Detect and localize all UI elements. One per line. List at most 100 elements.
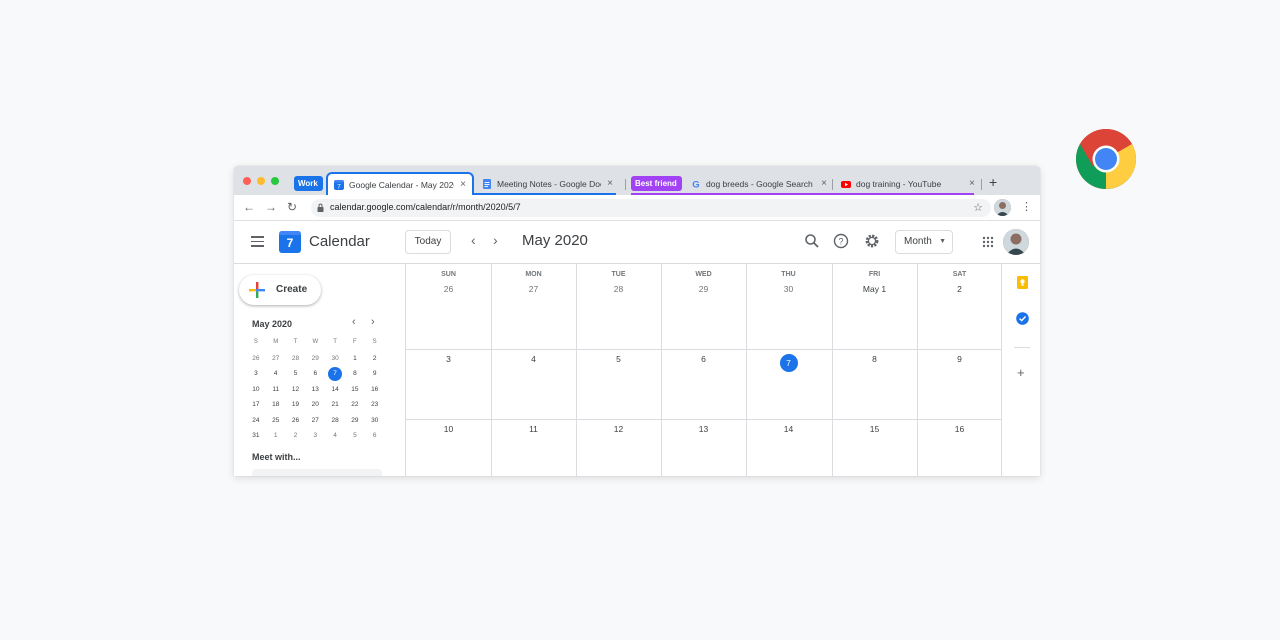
mini-day[interactable]: 28 — [286, 351, 306, 367]
mini-day[interactable]: 27 — [305, 413, 325, 429]
mini-day[interactable]: 9 — [365, 366, 385, 382]
mini-day[interactable]: 16 — [365, 382, 385, 398]
address-bar[interactable]: calendar.google.com/calendar/r/month/202… — [311, 199, 991, 217]
mini-day[interactable]: 20 — [305, 397, 325, 413]
forward-icon[interactable]: → — [265, 200, 277, 214]
bookmark-star-icon[interactable]: ☆ — [973, 201, 983, 214]
mini-day[interactable]: 23 — [365, 397, 385, 413]
mini-day[interactable]: 22 — [345, 397, 365, 413]
mini-day[interactable]: 28 — [325, 413, 345, 429]
mini-day[interactable]: 27 — [266, 351, 286, 367]
mini-day[interactable]: 26 — [246, 351, 266, 367]
tab-group-best-friend[interactable]: Best friend — [631, 176, 682, 191]
mini-day[interactable]: 10 — [246, 382, 266, 398]
day-cell[interactable]: 12 — [576, 424, 661, 434]
mini-day[interactable]: 29 — [305, 351, 325, 367]
mini-day[interactable]: 30 — [365, 413, 385, 429]
mini-day[interactable]: 24 — [246, 413, 266, 429]
main-menu-icon[interactable] — [251, 236, 264, 247]
keep-icon[interactable] — [1016, 276, 1029, 289]
create-button[interactable]: Create — [239, 275, 321, 305]
mini-day[interactable]: 31 — [246, 428, 266, 444]
day-cell[interactable]: 3 — [406, 354, 491, 364]
mini-day[interactable]: 1 — [266, 428, 286, 444]
mini-day[interactable]: 4 — [266, 366, 286, 382]
tab-group-work[interactable]: Work — [294, 176, 323, 191]
reload-icon[interactable]: ↻ — [287, 200, 297, 214]
day-cell[interactable]: 16 — [917, 424, 1002, 434]
mini-day[interactable]: 19 — [286, 397, 306, 413]
apps-grid-icon[interactable] — [982, 236, 994, 248]
mini-prev-month-icon[interactable]: ‹ — [352, 316, 356, 328]
tab-dog-breeds[interactable]: G dog breeds - Google Search × — [685, 172, 833, 195]
settings-gear-icon[interactable] — [864, 233, 880, 249]
help-icon[interactable]: ? — [833, 233, 849, 249]
back-icon[interactable]: ← — [243, 200, 255, 214]
close-tab-icon[interactable]: × — [607, 178, 613, 189]
mini-day[interactable]: 1 — [345, 351, 365, 367]
next-period-icon[interactable]: › — [493, 232, 498, 248]
close-window-button[interactable] — [243, 177, 251, 185]
day-cell[interactable]: 14 — [746, 424, 831, 434]
mini-day[interactable]: 2 — [286, 428, 306, 444]
day-cell[interactable]: TUE 28 — [576, 271, 661, 294]
new-tab-button[interactable]: + — [989, 174, 997, 190]
day-cell[interactable]: 5 — [576, 354, 661, 364]
mini-day[interactable]: 25 — [266, 413, 286, 429]
mini-day[interactable]: 5 — [286, 366, 306, 382]
mini-day[interactable]: 30 — [325, 351, 345, 367]
day-cell[interactable]: 6 — [661, 354, 746, 364]
view-switcher-dropdown[interactable]: Month ▼ — [895, 230, 953, 254]
day-cell[interactable]: THU 30 — [746, 271, 831, 294]
mini-day[interactable]: 3 — [246, 366, 266, 382]
tab-google-calendar[interactable]: 7 Google Calendar - May 2020 × — [326, 172, 474, 195]
mini-day[interactable]: 29 — [345, 413, 365, 429]
minimize-window-button[interactable] — [257, 177, 265, 185]
mini-day[interactable]: 7 — [325, 366, 345, 382]
mini-day[interactable]: 6 — [365, 428, 385, 444]
day-cell[interactable]: 4 — [491, 354, 576, 364]
mini-day[interactable]: 4 — [325, 428, 345, 444]
mini-day[interactable]: 5 — [345, 428, 365, 444]
mini-day[interactable]: 12 — [286, 382, 306, 398]
day-cell[interactable]: 10 — [406, 424, 491, 434]
day-cell[interactable]: SAT 2 — [917, 271, 1002, 294]
day-cell[interactable]: WED 29 — [661, 271, 746, 294]
search-people-input[interactable] — [252, 469, 382, 476]
mini-day[interactable]: 3 — [305, 428, 325, 444]
search-icon[interactable] — [804, 233, 820, 249]
profile-avatar[interactable] — [994, 199, 1011, 216]
tab-meeting-notes[interactable]: Meeting Notes - Google Docs × — [476, 172, 619, 195]
mini-day[interactable]: 8 — [345, 366, 365, 382]
mini-day[interactable]: 17 — [246, 397, 266, 413]
tasks-icon[interactable] — [1016, 312, 1029, 325]
mini-day[interactable]: 26 — [286, 413, 306, 429]
mini-day[interactable]: 18 — [266, 397, 286, 413]
day-cell[interactable]: 9 — [917, 354, 1002, 364]
close-tab-icon[interactable]: × — [460, 179, 466, 190]
day-cell[interactable]: 15 — [832, 424, 917, 434]
mini-next-month-icon[interactable]: › — [371, 316, 375, 328]
day-cell[interactable]: SUN 26 — [406, 271, 491, 294]
today-button[interactable]: Today — [405, 230, 451, 254]
browser-menu-icon[interactable]: ⋮ — [1021, 200, 1032, 213]
get-add-ons-icon[interactable]: + — [1017, 365, 1025, 380]
mini-day[interactable]: 14 — [325, 382, 345, 398]
account-avatar[interactable] — [1003, 229, 1029, 255]
tab-dog-training[interactable]: dog training - YouTube × — [835, 172, 981, 195]
day-cell[interactable]: FRI May 1 — [832, 271, 917, 294]
day-cell[interactable]: MON 27 — [491, 271, 576, 294]
maximize-window-button[interactable] — [271, 177, 279, 185]
close-tab-icon[interactable]: × — [969, 178, 975, 189]
mini-day[interactable]: 11 — [266, 382, 286, 398]
day-cell[interactable]: 8 — [832, 354, 917, 364]
previous-period-icon[interactable]: ‹ — [471, 232, 476, 248]
mini-day[interactable]: 21 — [325, 397, 345, 413]
day-cell[interactable]: 11 — [491, 424, 576, 434]
mini-day[interactable]: 6 — [305, 366, 325, 382]
mini-day[interactable]: 15 — [345, 382, 365, 398]
close-tab-icon[interactable]: × — [821, 178, 827, 189]
day-cell[interactable]: 13 — [661, 424, 746, 434]
day-cell[interactable]: 7 — [746, 354, 831, 372]
mini-day[interactable]: 2 — [365, 351, 385, 367]
